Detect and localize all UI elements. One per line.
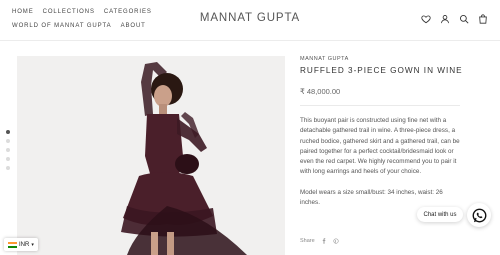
nav-world-of-mannat-gupta[interactable]: WORLD OF MANNAT GUPTA [12,23,112,29]
nav-about[interactable]: ABOUT [121,23,146,29]
account-icon[interactable] [440,14,450,24]
gallery-dot[interactable] [6,148,10,152]
product-size-note: Model wears a size small/bust: 34 inches… [300,188,443,207]
product-description: This buoyant pair is constructed using f… [300,117,460,176]
info-divider [300,105,460,106]
product-title: RUFFLED 3-PIECE GOWN IN WINE [300,66,463,75]
product-price: ₹ 48,000.00 [300,87,341,96]
secondary-nav: WORLD OF MANNAT GUPTA ABOUT [12,23,146,29]
nav-home[interactable]: HOME [12,9,34,15]
gallery-dots [6,130,10,170]
site-logo[interactable]: MANNAT GUPTA [200,12,300,24]
cart-bag-icon[interactable] [478,14,488,24]
nav-categories[interactable]: CATEGORIES [104,9,152,15]
chat-with-us-button[interactable]: Chat with us [417,207,463,222]
gallery-dot[interactable] [6,139,10,143]
share-label: Share [300,238,315,244]
product-info: MANNAT GUPTA RUFFLED 3-PIECE GOWN IN WIN… [300,56,462,208]
header-icons [421,14,488,24]
site-header: HOME COLLECTIONS CATEGORIES WORLD OF MAN… [0,0,500,40]
currency-selector[interactable]: INR ▾ [4,238,38,251]
product-brand[interactable]: MANNAT GUPTA [300,56,462,62]
pinterest-icon[interactable] [333,238,339,244]
primary-nav: HOME COLLECTIONS CATEGORIES [12,9,152,15]
chevron-down-icon: ▾ [31,241,34,248]
model-photo [17,56,285,255]
gallery-dot[interactable] [6,130,10,134]
product-image[interactable] [17,56,285,255]
gallery-dot[interactable] [6,166,10,170]
india-flag-icon [8,241,17,248]
heart-icon[interactable] [421,14,431,24]
share-row: Share [300,238,339,244]
currency-code: INR [19,241,30,248]
whatsapp-icon [472,208,486,222]
nav-collections[interactable]: COLLECTIONS [43,9,95,15]
search-icon[interactable] [459,14,469,24]
gallery-dot[interactable] [6,157,10,161]
header-divider [0,40,500,41]
whatsapp-button[interactable] [467,203,491,227]
facebook-icon[interactable] [321,238,327,244]
